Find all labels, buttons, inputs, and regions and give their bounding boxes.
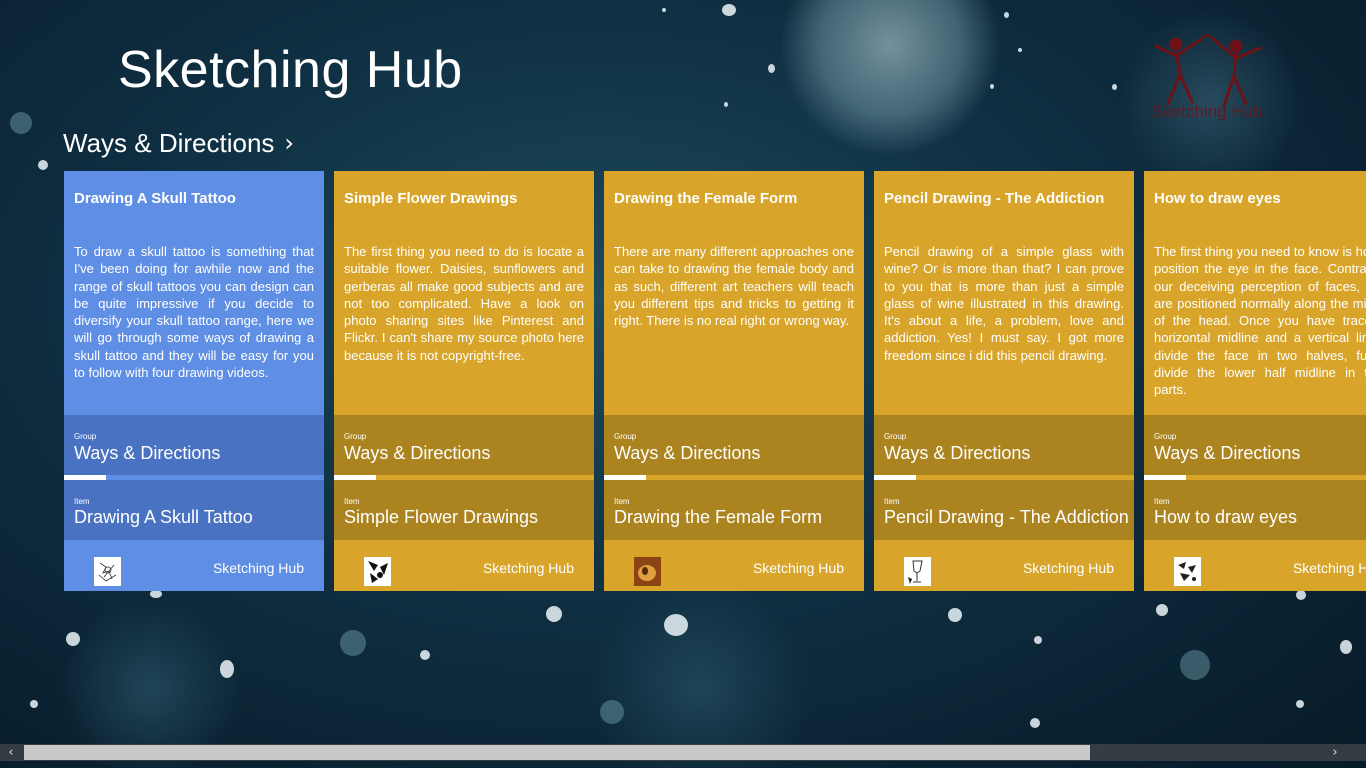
card-title: Drawing A Skull Tattoo	[74, 190, 236, 207]
card-title: Simple Flower Drawings	[344, 190, 518, 207]
group-band: Group Ways & Directions	[1144, 415, 1366, 475]
source-name: Sketching Hub	[752, 560, 844, 576]
card-body: The first thing you need to do is locate…	[344, 244, 584, 363]
card-title: Pencil Drawing - The Addiction	[884, 190, 1105, 207]
item-label: Item	[884, 497, 900, 506]
group-band: Group Ways & Directions	[64, 415, 324, 475]
eye-sketch-thumbnail	[1174, 557, 1201, 586]
group-value: Ways & Directions	[1154, 443, 1301, 463]
source-name: Sketching Hub	[1292, 560, 1366, 576]
card-footer: Sketching Hub	[64, 540, 324, 591]
flower-sketch-thumbnail	[364, 557, 391, 586]
female-form-thumbnail	[634, 557, 661, 586]
group-value: Ways & Directions	[74, 443, 221, 463]
group-label: Group	[884, 432, 907, 441]
scrollbar-thumb[interactable]	[24, 745, 1090, 760]
skull-sketch-thumbnail	[94, 557, 121, 586]
group-band: Group Ways & Directions	[874, 415, 1134, 475]
card-title: How to draw eyes	[1154, 190, 1281, 207]
item-band: Item Drawing A Skull Tattoo	[64, 480, 324, 540]
source-name: Sketching Hub	[482, 560, 574, 576]
item-label: Item	[344, 497, 360, 506]
group-label: Group	[344, 432, 367, 441]
group-label: Group	[1154, 432, 1177, 441]
card-body: There are many different approaches one …	[614, 244, 854, 329]
card-title: Drawing the Female Form	[614, 190, 798, 207]
section-header-link[interactable]: Ways & Directions ›	[63, 126, 294, 160]
logo-text: Sketching Hub	[1152, 102, 1263, 121]
item-band: Item Pencil Drawing - The Addiction	[874, 480, 1134, 540]
item-value: Simple Flower Drawings	[344, 507, 539, 527]
item-label: Item	[614, 497, 630, 506]
article-card[interactable]: How to draw eyes The first thing you nee…	[1144, 171, 1366, 591]
card-footer: Sketching Hub	[1144, 540, 1366, 591]
group-value: Ways & Directions	[614, 443, 761, 463]
source-name: Sketching Hub	[1022, 560, 1114, 576]
article-card[interactable]: Drawing the Female Form There are many d…	[604, 171, 864, 591]
horizontal-scrollbar[interactable]: ‹ ›	[0, 744, 1366, 761]
scroll-right-arrow-icon[interactable]: ›	[1324, 744, 1346, 761]
item-value: How to draw eyes	[1154, 507, 1298, 527]
article-card[interactable]: Simple Flower Drawings The first thing y…	[334, 171, 594, 591]
group-band: Group Ways & Directions	[604, 415, 864, 475]
group-band: Group Ways & Directions	[334, 415, 594, 475]
group-value: Ways & Directions	[344, 443, 491, 463]
chevron-right-icon: ›	[284, 129, 295, 157]
item-value: Drawing A Skull Tattoo	[74, 507, 253, 527]
card-body: The first thing you need to know is how …	[1154, 244, 1366, 398]
app-title: Sketching Hub	[118, 41, 463, 99]
card-footer: Sketching Hub	[334, 540, 594, 591]
group-value: Ways & Directions	[884, 443, 1031, 463]
section-title: Ways & Directions	[63, 128, 275, 158]
article-card[interactable]: Drawing A Skull Tattoo To draw a skull t…	[64, 171, 324, 591]
card-body: Pencil drawing of a simple glass with wi…	[884, 244, 1124, 363]
scroll-left-arrow-icon[interactable]: ‹	[0, 744, 22, 761]
item-value: Pencil Drawing - The Addiction	[884, 507, 1129, 527]
source-name: Sketching Hub	[212, 560, 304, 576]
card-footer: Sketching Hub	[874, 540, 1134, 591]
item-band: Item Simple Flower Drawings	[334, 480, 594, 540]
item-value: Drawing the Female Form	[614, 507, 823, 527]
card-footer: Sketching Hub	[604, 540, 864, 591]
item-band: Item Drawing the Female Form	[604, 480, 864, 540]
group-label: Group	[614, 432, 637, 441]
article-card[interactable]: Pencil Drawing - The Addiction Pencil dr…	[874, 171, 1134, 591]
item-label: Item	[74, 497, 90, 506]
group-label: Group	[74, 432, 97, 441]
item-band: Item How to draw eyes	[1144, 480, 1366, 540]
item-label: Item	[1154, 497, 1170, 506]
wine-glass-sketch-thumbnail	[904, 557, 931, 586]
card-body: To draw a skull tattoo is something that…	[74, 244, 314, 381]
card-strip: Drawing A Skull Tattoo To draw a skull t…	[64, 171, 1366, 591]
